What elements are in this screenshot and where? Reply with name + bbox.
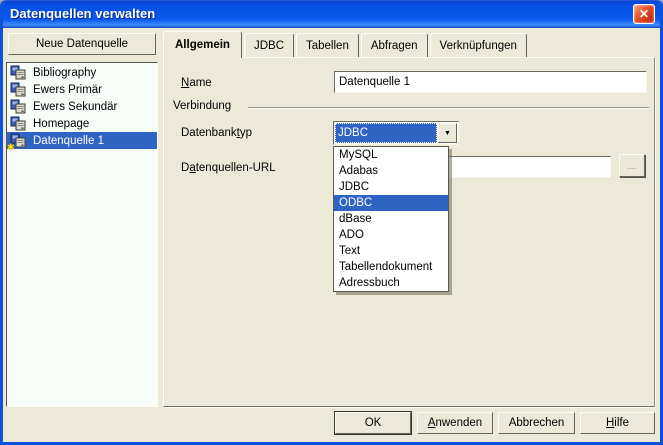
dropdown-option-ado[interactable]: ADO <box>334 227 448 243</box>
dropdown-option-jdbc[interactable]: JDBC <box>334 179 448 195</box>
datasource-icon <box>10 82 26 97</box>
close-icon: ✕ <box>639 7 649 21</box>
dropdown-option-tabellendokument[interactable]: Tabellendokument <box>334 259 448 275</box>
tabpage-allgemein: Name Verbindung Datenbanktyp JDBC ▼ Date… <box>163 57 655 407</box>
dropdown-option-odbc[interactable]: ODBC <box>334 195 448 211</box>
group-separator-line <box>248 107 649 109</box>
ok-button[interactable]: OK <box>335 412 411 434</box>
datenbanktyp-combobox[interactable]: JDBC ▼ <box>333 121 459 145</box>
titlebar[interactable]: Datenquellen verwalten ✕ <box>0 0 663 28</box>
datasource-icon: ✱ <box>10 133 26 148</box>
anwenden-button[interactable]: Anwenden <box>417 412 493 434</box>
window-title: Datenquellen verwalten <box>10 6 155 21</box>
name-label: Name <box>181 77 212 89</box>
list-item-homepage[interactable]: Homepage <box>7 115 157 132</box>
dbtype-dropdown-list: MySQL Adabas JDBC ODBC dBase ADO Text Ta… <box>333 146 449 292</box>
list-item-ewers-sekundaer[interactable]: Ewers Sekundär <box>7 98 157 115</box>
list-item-label: Homepage <box>33 118 89 130</box>
datasource-icon <box>10 65 26 80</box>
dropdown-option-dbase[interactable]: dBase <box>334 211 448 227</box>
dropdown-option-text[interactable]: Text <box>334 243 448 259</box>
url-label: Datenquellen-URL <box>181 162 276 174</box>
list-item-label: Datenquelle 1 <box>33 135 104 147</box>
dropdown-option-mysql[interactable]: MySQL <box>334 147 448 163</box>
tab-allgemein[interactable]: Allgemein <box>163 31 242 58</box>
tab-verknuepfungen[interactable]: Verknüpfungen <box>430 33 527 57</box>
browse-button[interactable]: ... <box>619 154 645 177</box>
dialog-body: Neue Datenquelle Bibliography Ewers Prim… <box>3 28 660 442</box>
datasource-icon <box>10 99 26 114</box>
abbrechen-button[interactable]: Abbrechen <box>498 412 575 434</box>
tab-abfragen[interactable]: Abfragen <box>361 33 428 57</box>
tab-tabellen[interactable]: Tabellen <box>296 33 359 57</box>
name-input[interactable] <box>334 71 647 93</box>
datasource-icon <box>10 116 26 131</box>
combobox-arrow-button[interactable]: ▼ <box>438 123 457 143</box>
list-item-label: Bibliography <box>33 67 96 79</box>
hilfe-button[interactable]: Hilfe <box>580 412 655 434</box>
datenbanktyp-label: Datenbanktyp <box>181 127 252 139</box>
new-star-icon: ✱ <box>7 143 15 152</box>
combobox-value[interactable]: JDBC <box>335 123 437 143</box>
list-item-datenquelle-1[interactable]: ✱ Datenquelle 1 <box>7 132 157 149</box>
datasource-list[interactable]: Bibliography Ewers Primär Ewers Sekundär… <box>6 62 158 407</box>
new-datasource-button[interactable]: Neue Datenquelle <box>8 33 156 55</box>
list-item-label: Ewers Sekundär <box>33 101 117 113</box>
dropdown-option-adressbuch[interactable]: Adressbuch <box>334 275 448 291</box>
dropdown-option-adabas[interactable]: Adabas <box>334 163 448 179</box>
list-item-ewers-primaer[interactable]: Ewers Primär <box>7 81 157 98</box>
chevron-down-icon: ▼ <box>444 130 451 137</box>
close-button[interactable]: ✕ <box>633 4 655 24</box>
dialog-window: Datenquellen verwalten ✕ Neue Datenquell… <box>0 0 663 445</box>
list-item-bibliography[interactable]: Bibliography <box>7 64 157 81</box>
tabstrip: Allgemein JDBC Tabellen Abfragen Verknüp… <box>163 31 529 57</box>
list-item-label: Ewers Primär <box>33 84 102 96</box>
tab-jdbc[interactable]: JDBC <box>244 33 294 57</box>
verbindung-group-label: Verbindung <box>173 100 231 112</box>
